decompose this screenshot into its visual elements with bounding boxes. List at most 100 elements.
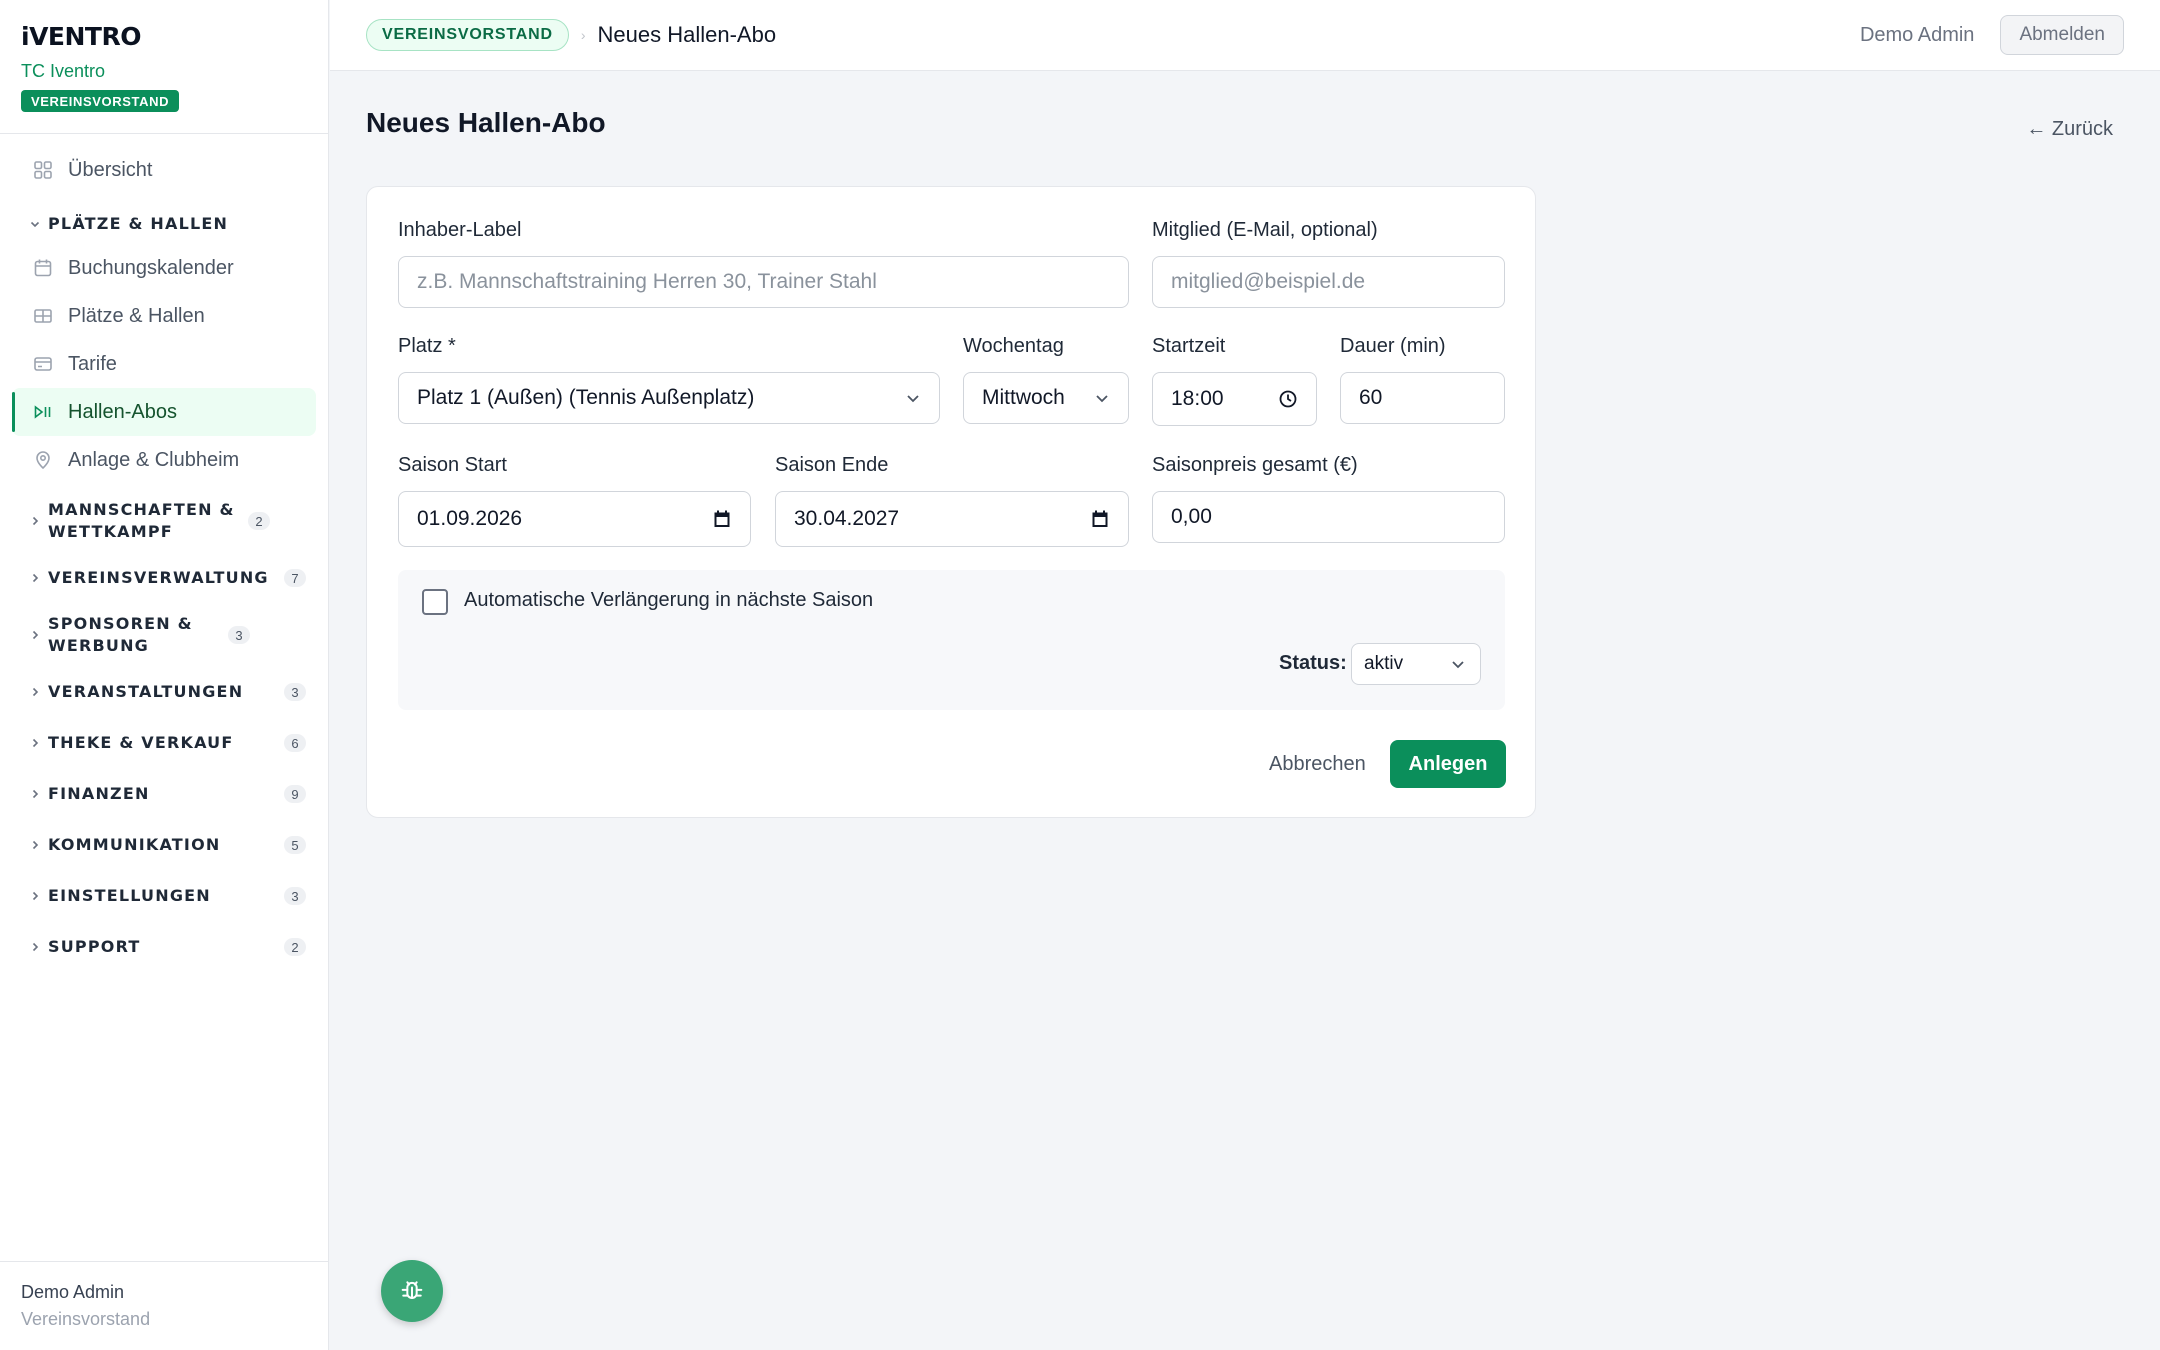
member-email-input[interactable]: mitglied@beispiel.de bbox=[1152, 256, 1505, 308]
season-end-field: Saison Ende 30.04.2027 bbox=[775, 454, 1129, 547]
season-price-label: Saisonpreis gesamt (€) bbox=[1152, 454, 1358, 476]
chevron-down-icon bbox=[28, 218, 42, 230]
start-time-input[interactable]: 18:00 bbox=[1152, 372, 1317, 426]
member-email-field: Mitglied (E-Mail, optional) mitglied@bei… bbox=[1152, 219, 1505, 308]
topbar-user-name: Demo Admin bbox=[1859, 23, 1975, 46]
sidebar-group-mannschaften[interactable]: MANNSCHAFTEN & WETTKAMPF 2 bbox=[12, 494, 316, 548]
sidebar-group-label: KOMMUNIKATION bbox=[48, 835, 221, 854]
sidebar: iVENTRO TC Iventro VEREINSVORSTAND Übers… bbox=[0, 0, 329, 1350]
calendar-icon[interactable] bbox=[1090, 509, 1110, 529]
sidebar-group-label: SUPPORT bbox=[48, 937, 141, 956]
start-time-value: 18:00 bbox=[1171, 387, 1224, 410]
chevron-down-icon bbox=[905, 390, 921, 406]
cancel-button[interactable]: Abbrechen bbox=[1269, 753, 1366, 776]
create-button[interactable]: Anlegen bbox=[1390, 740, 1506, 788]
map-pin-icon bbox=[32, 449, 54, 471]
sidebar-group-finanzen[interactable]: FINANZEN 9 bbox=[12, 774, 316, 814]
breadcrumb-separator: › bbox=[580, 27, 586, 43]
court-label: Platz * bbox=[398, 335, 456, 357]
group-count-badge: 3 bbox=[284, 887, 306, 905]
group-count-badge: 7 bbox=[284, 569, 306, 587]
sidebar-user-footer: Demo Admin Vereinsvorstand bbox=[0, 1261, 328, 1350]
court-select-value: Platz 1 (Außen) (Tennis Außenplatz) bbox=[417, 386, 755, 409]
sidebar-item-label: Hallen-Abos bbox=[68, 400, 177, 423]
sidebar-nav: Übersicht PLÄTZE & HALLEN Buchungskalend… bbox=[0, 134, 328, 967]
chevron-right-icon bbox=[28, 941, 42, 953]
sidebar-group-label: VERANSTALTUNGEN bbox=[48, 682, 244, 701]
group-count-badge: 2 bbox=[284, 938, 306, 956]
brand-block: iVENTRO TC Iventro VEREINSVORSTAND bbox=[0, 0, 328, 134]
sidebar-item-hallen-abos[interactable]: Hallen-Abos bbox=[12, 388, 316, 436]
season-start-label: Saison Start bbox=[398, 454, 507, 476]
breadcrumb-role-badge[interactable]: VEREINSVORSTAND bbox=[366, 19, 569, 51]
sidebar-group-veranstaltungen[interactable]: VERANSTALTUNGEN 3 bbox=[12, 672, 316, 712]
sidebar-group-einstellungen[interactable]: EINSTELLUNGEN 3 bbox=[12, 876, 316, 916]
season-start-field: Saison Start 01.09.2026 bbox=[398, 454, 751, 547]
season-price-input[interactable]: 0,00 bbox=[1152, 491, 1505, 543]
start-time-label: Startzeit bbox=[1152, 335, 1226, 357]
sidebar-item-tarife[interactable]: Tarife bbox=[12, 340, 316, 388]
auto-renew-checkbox[interactable] bbox=[422, 589, 448, 615]
sidebar-group-label: MANNSCHAFTEN & WETTKAMPF bbox=[48, 500, 235, 541]
sidebar-group-vereinsverwaltung[interactable]: VEREINSVERWALTUNG 7 bbox=[12, 558, 316, 598]
chevron-down-icon bbox=[1094, 390, 1110, 406]
court-field: Platz * Platz 1 (Außen) (Tennis Außenpla… bbox=[398, 335, 940, 424]
group-count-badge: 3 bbox=[284, 683, 306, 701]
topbar: VEREINSVORSTAND › Neues Hallen-Abo Demo … bbox=[330, 0, 2160, 71]
status-select[interactable]: aktiv bbox=[1351, 643, 1481, 685]
group-count-badge: 6 bbox=[284, 734, 306, 752]
sidebar-item-anlage-clubheim[interactable]: Anlage & Clubheim bbox=[12, 436, 316, 484]
chevron-right-icon bbox=[28, 629, 42, 641]
sidebar-item-label: Übersicht bbox=[68, 158, 153, 181]
sidebar-item-buchungskalender[interactable]: Buchungskalender bbox=[12, 244, 316, 292]
chevron-right-icon bbox=[28, 788, 42, 800]
bug-icon bbox=[398, 1277, 426, 1305]
sidebar-item-label: Plätze & Hallen bbox=[68, 304, 205, 327]
sidebar-group-kommunikation[interactable]: KOMMUNIKATION 5 bbox=[12, 825, 316, 865]
calendar-icon bbox=[32, 257, 54, 279]
sidebar-item-label: Anlage & Clubheim bbox=[68, 448, 240, 471]
sidebar-group-plaetze-hallen[interactable]: PLÄTZE & HALLEN bbox=[12, 204, 316, 244]
group-count-badge: 5 bbox=[284, 836, 306, 854]
weekday-select[interactable]: Mittwoch bbox=[963, 372, 1129, 424]
season-end-value: 30.04.2027 bbox=[794, 507, 900, 530]
court-select[interactable]: Platz 1 (Außen) (Tennis Außenplatz) bbox=[398, 372, 940, 424]
season-end-label: Saison Ende bbox=[775, 454, 889, 476]
duration-field: Dauer (min) 60 bbox=[1340, 335, 1505, 424]
hallen-abo-form: Inhaber-Label z.B. Mannschaftstraining H… bbox=[366, 186, 1536, 818]
sidebar-item-plaetze-hallen[interactable]: Plätze & Hallen bbox=[12, 292, 316, 340]
sidebar-group-label: PLÄTZE & HALLEN bbox=[48, 214, 229, 233]
chevron-right-icon bbox=[28, 515, 42, 527]
footer-user-role: Vereinsvorstand bbox=[21, 1309, 151, 1329]
chevron-right-icon bbox=[28, 686, 42, 698]
season-end-input[interactable]: 30.04.2027 bbox=[775, 491, 1129, 547]
sidebar-item-overview[interactable]: Übersicht bbox=[12, 146, 316, 194]
owner-label-input[interactable]: z.B. Mannschaftstraining Herren 30, Trai… bbox=[398, 256, 1129, 308]
credit-card-icon bbox=[32, 353, 54, 375]
season-start-input[interactable]: 01.09.2026 bbox=[398, 491, 751, 547]
sidebar-group-theke-verkauf[interactable]: THEKE & VERKAUF 6 bbox=[12, 723, 316, 763]
chevron-right-icon bbox=[28, 737, 42, 749]
weekday-label: Wochentag bbox=[963, 335, 1064, 357]
bug-report-button[interactable] bbox=[381, 1260, 443, 1322]
sidebar-group-support[interactable]: SUPPORT 2 bbox=[12, 927, 316, 967]
back-link[interactable]: ← Zurück bbox=[2026, 118, 2113, 141]
clock-icon[interactable] bbox=[1278, 389, 1298, 409]
duration-input[interactable]: 60 bbox=[1340, 372, 1505, 424]
play-pause-icon bbox=[32, 401, 54, 423]
auto-renew-label[interactable]: Automatische Verlängerung in nächste Sai… bbox=[464, 589, 873, 612]
logout-button[interactable]: Abmelden bbox=[2000, 15, 2124, 55]
sidebar-group-label: SPONSOREN & WERBUNG bbox=[48, 614, 193, 655]
chevron-right-icon bbox=[28, 890, 42, 902]
brand-logo[interactable]: iVENTRO bbox=[21, 22, 307, 51]
calendar-icon[interactable] bbox=[712, 509, 732, 529]
sidebar-group-label: VEREINSVERWALTUNG bbox=[48, 568, 269, 587]
group-count-badge: 3 bbox=[228, 626, 250, 644]
owner-label-field: Inhaber-Label z.B. Mannschaftstraining H… bbox=[398, 219, 1129, 308]
sidebar-group-sponsoren[interactable]: SPONSOREN & WERBUNG 3 bbox=[12, 608, 316, 662]
breadcrumb-current-page: Neues Hallen-Abo bbox=[597, 22, 777, 47]
table-grid-icon bbox=[32, 305, 54, 327]
club-name: TC Iventro bbox=[21, 61, 106, 81]
sidebar-item-label: Tarife bbox=[68, 352, 117, 375]
chevron-right-icon bbox=[28, 572, 42, 584]
